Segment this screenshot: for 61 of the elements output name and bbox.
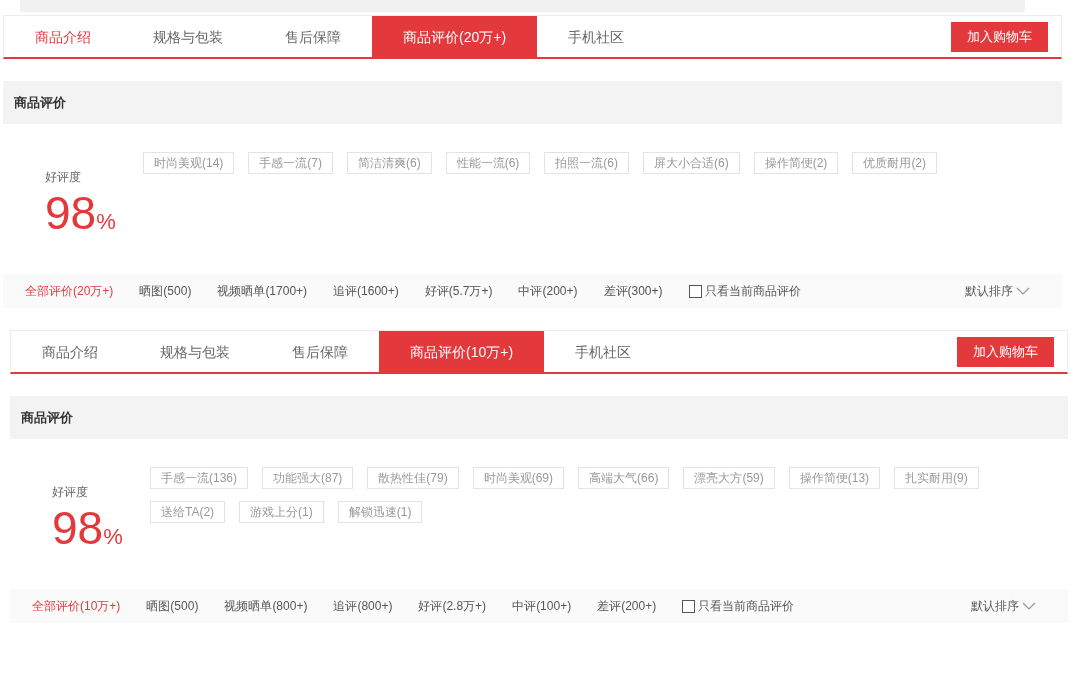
rating-unit: % (103, 524, 123, 550)
review-tag[interactable]: 手感一流(7) (248, 152, 333, 174)
tab[interactable]: 手机社区 (537, 16, 656, 57)
review-tag[interactable]: 送给TA(2) (150, 501, 226, 523)
checkbox-label[interactable]: 只看当前商品评价 (704, 282, 801, 300)
tab[interactable]: 商品评价(20万+) (372, 16, 538, 57)
review-tag[interactable]: 优质耐用(2) (852, 152, 938, 174)
review-tag[interactable]: 简洁清爽(6) (347, 152, 432, 174)
tab[interactable]: 商品评价(10万+) (379, 331, 545, 372)
tab[interactable]: 商品介绍 (11, 331, 129, 372)
checkbox-label[interactable]: 只看当前商品评价 (698, 597, 795, 615)
review-tag[interactable]: 性能一流(6) (445, 152, 531, 174)
checkbox[interactable] (688, 284, 702, 298)
chevron-down-icon (1016, 287, 1030, 295)
review-tag[interactable]: 拍照一流(6) (544, 152, 630, 174)
filter-link[interactable]: 追评(1600+) (333, 282, 399, 300)
tab[interactable]: 规格与包装 (122, 16, 254, 57)
tab[interactable]: 售后保障 (261, 331, 379, 372)
section-title: 商品评价 (21, 408, 73, 427)
rating-unit: % (96, 209, 116, 235)
filter-link[interactable]: 视频晒单(800+) (224, 597, 308, 615)
review-tag[interactable]: 时尚美观(69) (472, 467, 565, 489)
add-to-cart-button[interactable]: 加入购物车 (951, 21, 1048, 52)
review-tag[interactable]: 操作简便(13) (788, 467, 881, 489)
review-tag[interactable]: 操作简便(2) (753, 152, 839, 174)
review-tag[interactable]: 屏大小合适(6) (643, 152, 740, 174)
sort-dropdown[interactable]: 默认排序 (965, 282, 1030, 300)
filter-link[interactable]: 全部评价(20万+) (25, 282, 114, 300)
review-tag[interactable]: 散热性佳(79) (367, 467, 459, 489)
checkbox[interactable] (682, 599, 696, 613)
section-title: 商品评价 (14, 93, 66, 112)
review-tag[interactable]: 解锁迅速(1) (337, 501, 423, 523)
sort-dropdown[interactable]: 默认排序 (971, 597, 1036, 615)
tab[interactable]: 售后保障 (254, 16, 372, 57)
rating-label: 好评度 (45, 169, 81, 186)
review-tag[interactable]: 手感一流(136) (150, 467, 248, 489)
filter-link[interactable]: 视频晒单(1700+) (217, 282, 308, 300)
chevron-down-icon (1022, 602, 1036, 610)
filter-link[interactable]: 追评(800+) (333, 597, 393, 615)
rating-value: 98 (45, 190, 97, 236)
filter-link[interactable]: 中评(200+) (518, 282, 578, 300)
tab[interactable]: 规格与包装 (129, 331, 261, 372)
filter-link[interactable]: 好评(2.8万+) (418, 597, 487, 615)
review-tag[interactable]: 扎实耐用(9) (894, 467, 979, 489)
add-to-cart-button[interactable]: 加入购物车 (957, 336, 1054, 367)
filter-link[interactable]: 全部评价(10万+) (32, 597, 121, 615)
filter-link[interactable]: 差评(300+) (603, 282, 663, 300)
rating-label: 好评度 (52, 484, 88, 501)
review-tag[interactable]: 漂亮大方(59) (683, 467, 775, 489)
filter-link[interactable]: 差评(200+) (597, 597, 657, 615)
review-tag[interactable]: 时尚美观(14) (143, 152, 235, 174)
tab[interactable]: 手机社区 (544, 331, 663, 372)
review-tag[interactable]: 高端大气(66) (578, 467, 670, 489)
filter-link[interactable]: 晒图(500) (139, 282, 192, 300)
rating-value: 98 (52, 505, 104, 551)
review-tag[interactable]: 功能强大(87) (262, 467, 354, 489)
tab[interactable]: 商品介绍 (4, 16, 122, 57)
filter-link[interactable]: 好评(5.7万+) (424, 282, 493, 300)
filter-link[interactable]: 晒图(500) (146, 597, 199, 615)
review-tag[interactable]: 游戏上分(1) (239, 501, 324, 523)
filter-link[interactable]: 中评(100+) (512, 597, 572, 615)
